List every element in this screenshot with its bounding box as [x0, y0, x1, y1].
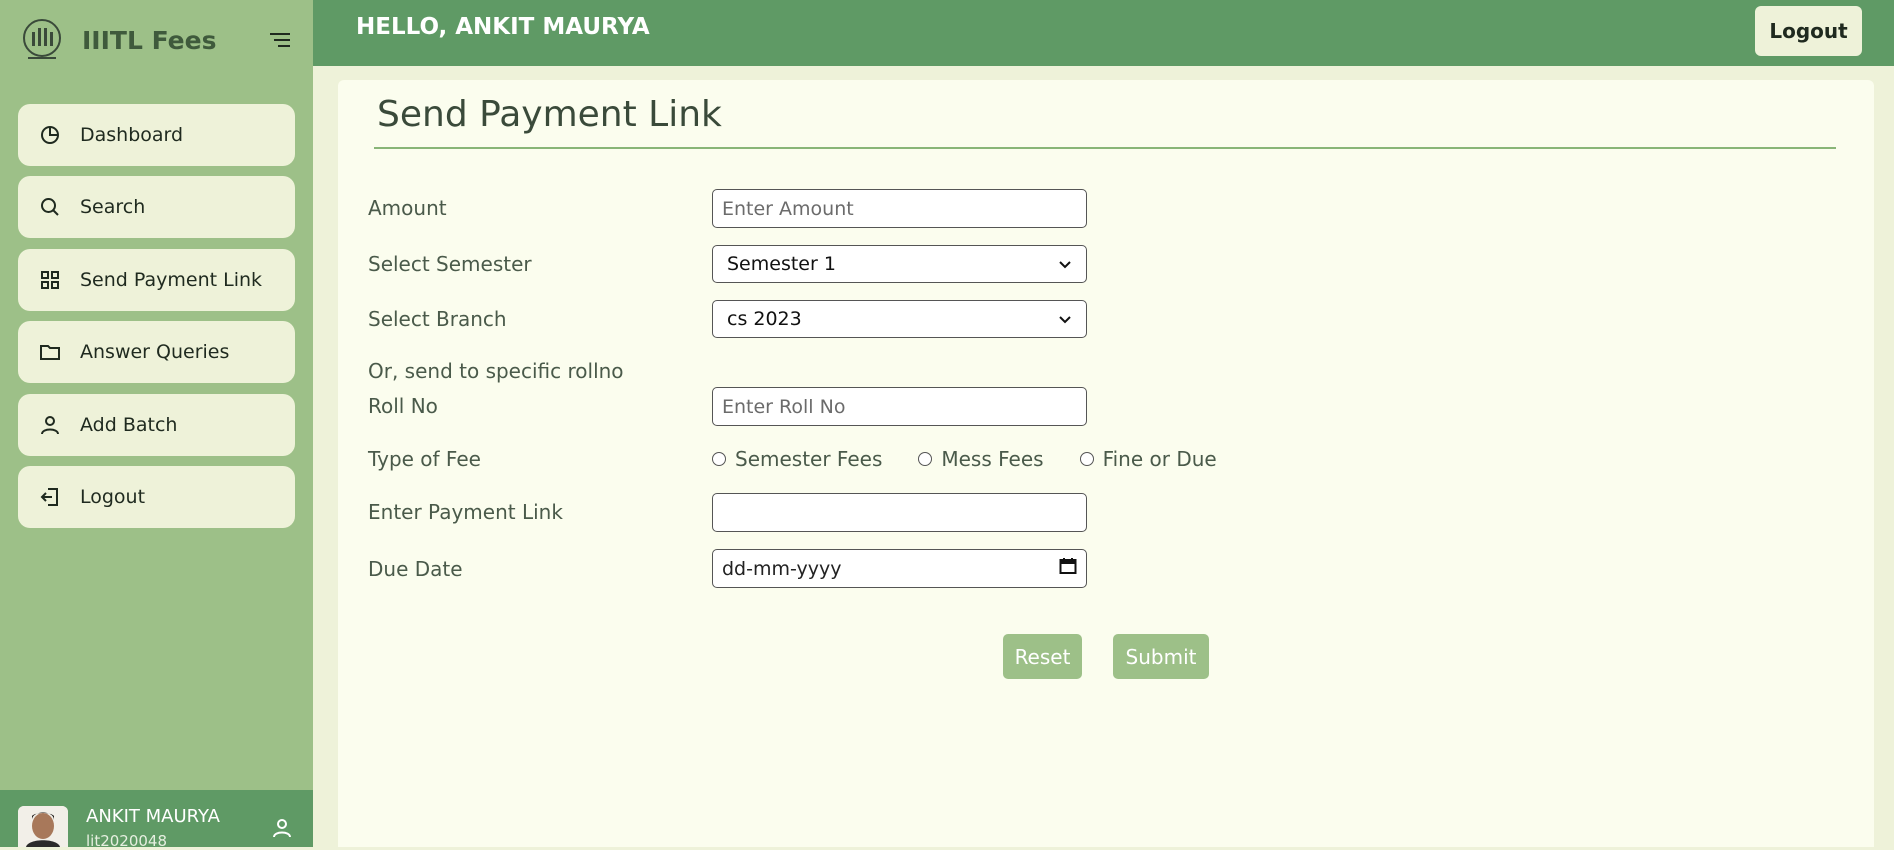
fee-option-mess[interactable]: Mess Fees: [918, 447, 1044, 471]
radio-button[interactable]: [712, 452, 726, 466]
sidebar-item-label: Add Batch: [80, 414, 178, 436]
due-date-label: Due Date: [368, 557, 463, 581]
profile-icon[interactable]: [270, 816, 294, 840]
title-divider: [374, 147, 1836, 149]
sidebar-item-search[interactable]: Search: [18, 176, 295, 238]
radio-label: Semester Fees: [735, 447, 883, 471]
roll-input[interactable]: [712, 387, 1087, 426]
sidebar-item-label: Dashboard: [80, 124, 184, 146]
or-rollno-text: Or, send to specific rollno: [368, 359, 624, 383]
radio-button[interactable]: [1079, 452, 1094, 466]
sidebar-item-add-batch[interactable]: Add Batch: [18, 394, 295, 456]
due-date-input[interactable]: dd-mm-yyyy: [712, 549, 1087, 588]
radio-button[interactable]: [918, 452, 933, 466]
page-title: Send Payment Link: [377, 94, 722, 135]
calendar-icon[interactable]: [1059, 557, 1077, 580]
semester-select[interactable]: Semester 1: [712, 245, 1087, 283]
fee-option-semester[interactable]: Semester Fees: [712, 447, 882, 471]
submit-button[interactable]: Submit: [1113, 634, 1209, 679]
sidebar-item-label: Answer Queries: [80, 341, 230, 363]
due-date-placeholder: dd-mm-yyyy: [722, 557, 842, 580]
avatar: [18, 806, 68, 847]
greeting: HELLO, ANKIT MAURYA: [356, 14, 650, 40]
sidebar-item-label: Logout: [80, 486, 146, 508]
sidebar-item-label: Search: [80, 196, 146, 218]
folder-icon: [38, 340, 62, 364]
sidebar-item-logout[interactable]: Logout: [18, 466, 295, 528]
search-icon: [38, 195, 62, 219]
radio-label: Fine or Due: [1102, 447, 1217, 471]
logout-button[interactable]: Logout: [1755, 6, 1862, 56]
sidebar-item-dashboard[interactable]: Dashboard: [18, 104, 295, 166]
branch-label: Select Branch: [368, 307, 507, 331]
menu-toggle-icon[interactable]: [268, 30, 292, 50]
amount-input[interactable]: [712, 189, 1087, 228]
branch-select[interactable]: cs 2023: [712, 300, 1087, 338]
sidebar-item-answer-queries[interactable]: Answer Queries: [18, 321, 295, 383]
brand: IIITL Fees: [18, 18, 298, 62]
chevron-down-icon: [1058, 253, 1072, 275]
semester-label: Select Semester: [368, 252, 532, 276]
dashboard-icon: [38, 123, 62, 147]
semester-select-value: Semester 1: [727, 253, 836, 275]
payment-link-input[interactable]: [712, 493, 1087, 532]
reset-button[interactable]: Reset: [1003, 634, 1082, 679]
sidebar-item-label: Send Payment Link: [80, 269, 263, 291]
amount-label: Amount: [368, 196, 447, 220]
logout-icon: [38, 485, 62, 509]
fee-type-label: Type of Fee: [368, 447, 481, 471]
iiitl-logo-icon: [18, 18, 66, 62]
user-id: lit2020048: [86, 832, 168, 850]
user-name: ANKIT MAURYA: [86, 806, 220, 827]
branch-select-value: cs 2023: [727, 308, 802, 330]
fee-type-group: Semester Fees Mess Fees Fine or Due: [712, 447, 1253, 471]
sidebar-item-send-payment-link[interactable]: Send Payment Link: [18, 249, 295, 311]
fee-option-fine[interactable]: Fine or Due: [1079, 447, 1217, 471]
roll-label: Roll No: [368, 394, 438, 418]
chevron-down-icon: [1058, 308, 1072, 330]
radio-label: Mess Fees: [941, 447, 1044, 471]
brand-title: IIITL Fees: [82, 25, 217, 55]
payment-link-label: Enter Payment Link: [368, 500, 563, 524]
user-icon: [38, 413, 62, 437]
grid-icon: [38, 268, 62, 292]
